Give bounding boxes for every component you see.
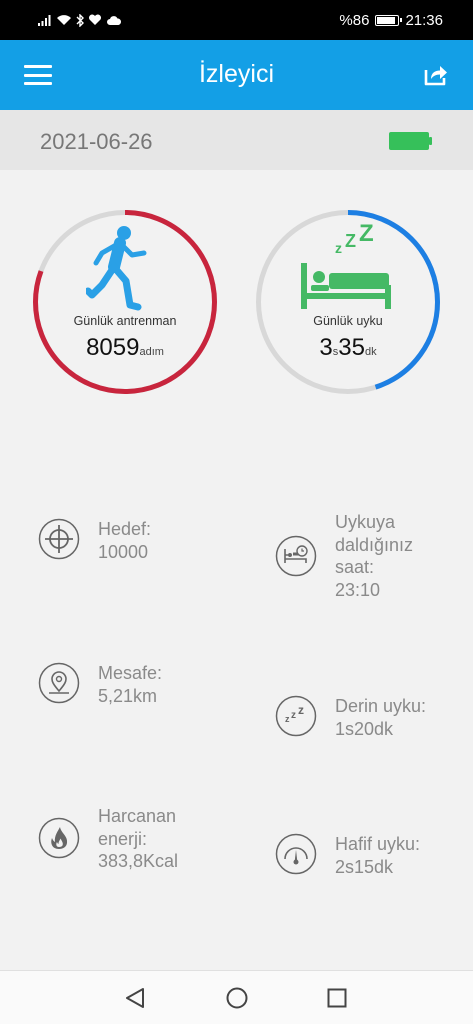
deep-sleep-zzz-icon: z z z [275,695,317,737]
sleep-value: 3s35dk [255,334,441,362]
sleeping-bed-icon: z Z Z [301,223,391,309]
light-sleep-gauge-icon [275,833,317,875]
svg-text:z: z [285,714,290,724]
current-date[interactable]: 2021-06-26 [40,129,153,155]
activity-value: 8059adım [32,334,218,362]
goal-value: 10000 [98,541,149,562]
signal-icon [38,15,51,26]
sleep-minutes: 35 [338,334,365,361]
sleep-ring[interactable]: z Z Z Günlük uyku 3s35dk [255,209,441,395]
stat-light-sleep: Hafif uyku: 2s15dk [275,833,420,878]
stat-goal: Hedef: 10000 [38,518,151,563]
energy-value: 383,8Kcal [98,851,179,871]
sleep-start-value: 23:10 [335,579,381,600]
sleep-minutes-unit: dk [364,346,377,358]
distance-value: 5,21km [98,685,158,706]
wifi-icon [57,15,71,25]
deep-sleep-value: 1s20dk [335,718,394,739]
recents-square-icon[interactable] [324,985,350,1011]
runner-icon [86,226,147,311]
svg-text:z: z [291,710,296,721]
battery-full-icon [389,132,432,150]
activity-label: Günlük antrenman [73,314,177,328]
step-count: 8059 [86,334,140,361]
battery-icon [375,14,403,26]
heart-icon [88,14,102,25]
sleep-start-label-line2: daldığınız [335,534,414,555]
svg-text:Z: Z [359,223,374,247]
bluetooth-icon [76,13,84,27]
sleep-hours: 3 [319,334,333,361]
deep-sleep-label: Derin uyku: [335,696,427,716]
status-icons-right: %86 21:36 [339,10,443,30]
cloud-icon [107,15,122,25]
back-triangle-icon[interactable] [123,985,149,1011]
flame-icon [38,817,80,859]
svg-text:Z: Z [345,231,356,251]
light-sleep-value: 2s15dk [335,856,394,877]
energy-label-line1: Harcanan [98,806,177,826]
battery-percent: %86 [339,11,370,29]
sleep-start-label-line1: Uykuya [335,512,396,532]
sleep-label: Günlük uyku [313,314,383,328]
activity-ring[interactable]: Günlük antrenman 8059adım [32,209,218,395]
system-nav-bar [0,970,473,1024]
sleep-start-label-line3: saat: [335,557,375,577]
home-circle-icon[interactable] [224,985,250,1011]
stat-deep-sleep: z z z Derin uyku: 1s20dk [275,695,426,740]
distance-label: Mesafe: [98,663,163,683]
svg-text:z: z [335,240,342,256]
page-title: İzleyici [198,60,274,88]
date-bar: 2021-06-26 [0,110,473,170]
step-unit: adım [139,346,164,358]
energy-label-line2: enerji: [98,828,148,849]
status-icons-left [38,11,122,29]
target-icon [38,518,80,560]
clock: 21:36 [405,11,443,29]
svg-text:z: z [298,703,304,717]
stat-energy: Harcanan enerji: 383,8Kcal [38,805,178,873]
location-pin-icon [38,662,80,704]
bed-clock-icon [275,535,317,577]
status-bar: %86 21:36 [0,0,473,40]
share-icon[interactable] [423,62,449,88]
goal-label: Hedef: [98,519,152,539]
stat-sleep-start: Uykuya daldığınız saat: 23:10 [275,511,413,601]
light-sleep-label: Hafif uyku: [335,834,421,854]
app-bar: İzleyici [0,40,473,110]
stat-distance: Mesafe: 5,21km [38,662,162,707]
